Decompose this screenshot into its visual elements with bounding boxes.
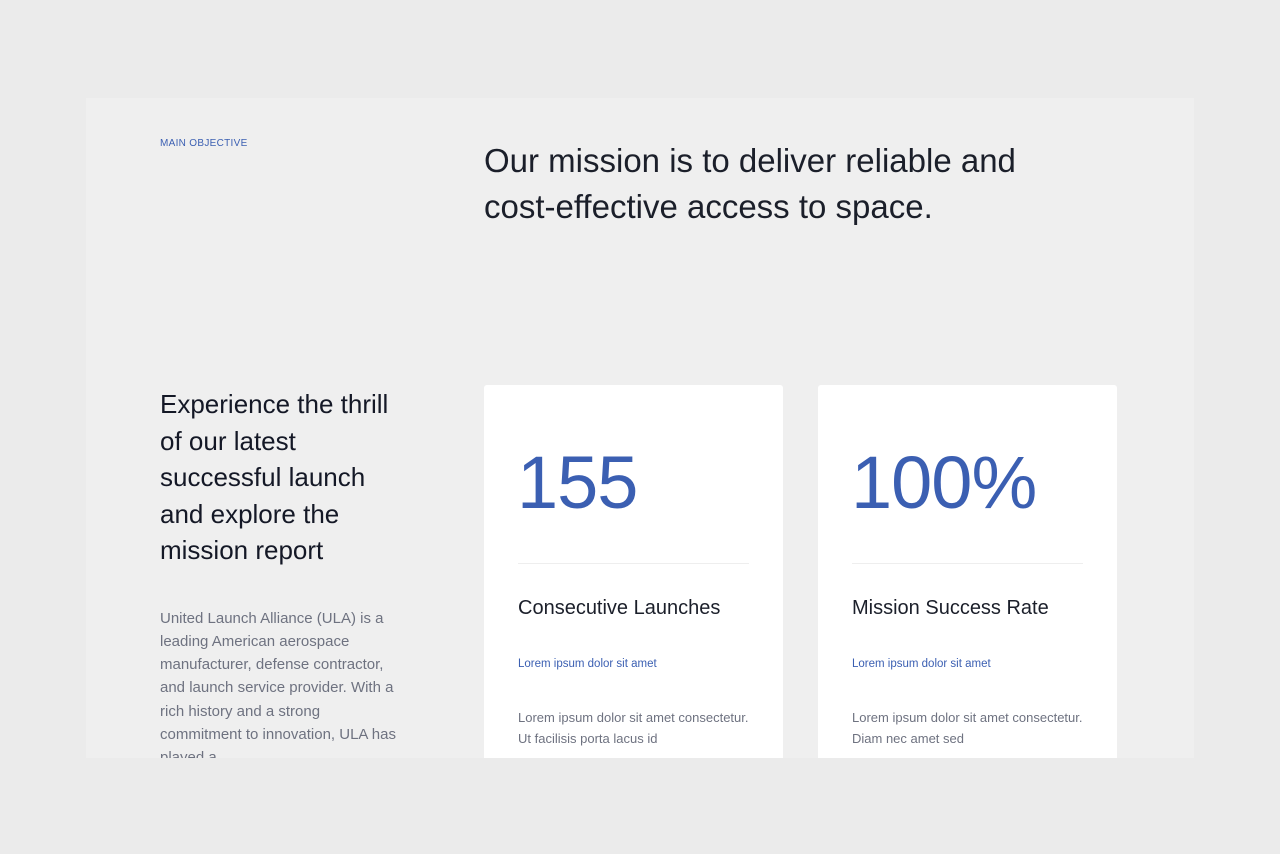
stat-value: 155 xyxy=(517,441,638,524)
card-divider xyxy=(518,563,749,564)
intro-body: United Launch Alliance (ULA) is a leadin… xyxy=(160,609,396,759)
mission-section: MAIN OBJECTIVE Our mission is to deliver… xyxy=(86,98,1194,758)
intro-column: Experience the thrill of our latest succ… xyxy=(160,386,400,758)
stat-card-consecutive-launches: 155 Consecutive Launches Lorem ipsum dol… xyxy=(484,385,783,758)
stat-value: 100% xyxy=(851,441,1037,524)
section-eyebrow: MAIN OBJECTIVE xyxy=(160,138,248,149)
stat-title: Mission Success Rate xyxy=(852,597,1049,619)
card-link[interactable]: Lorem ipsum dolor sit amet xyxy=(518,658,657,670)
card-link[interactable]: Lorem ipsum dolor sit amet xyxy=(852,658,991,670)
card-divider xyxy=(852,563,1083,564)
intro-heading: Experience the thrill of our latest succ… xyxy=(160,389,389,565)
stat-card-mission-success-rate: 100% Mission Success Rate Lorem ipsum do… xyxy=(818,385,1117,758)
mission-statement: Our mission is to deliver reliable and c… xyxy=(484,142,1016,225)
card-body: Lorem ipsum dolor sit amet consectetur. … xyxy=(518,710,749,746)
stat-title: Consecutive Launches xyxy=(518,597,721,619)
card-body: Lorem ipsum dolor sit amet consectetur. … xyxy=(852,710,1083,746)
